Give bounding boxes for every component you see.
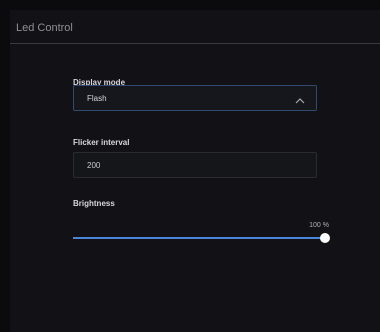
display-mode-value: Flash [87,94,107,103]
panel-header: Led Control [10,10,380,44]
brightness-readout: 100 % [309,222,329,229]
slider-track[interactable] [73,233,330,243]
led-control-panel: Led Control Display mode Flash Flicker i… [10,10,380,332]
flicker-interval-label: Flicker interval [73,138,130,147]
flicker-interval-input[interactable]: 200 [73,152,317,178]
chevron-up-icon [294,93,306,104]
brightness-slider[interactable]: 100 % [73,222,330,246]
flicker-interval-value: 200 [87,161,101,170]
slider-thumb[interactable] [320,233,330,243]
panel-title: Led Control [16,22,73,34]
brightness-label: Brightness [73,199,115,208]
slider-fill [73,237,325,239]
display-mode-select[interactable]: Flash [73,85,317,111]
